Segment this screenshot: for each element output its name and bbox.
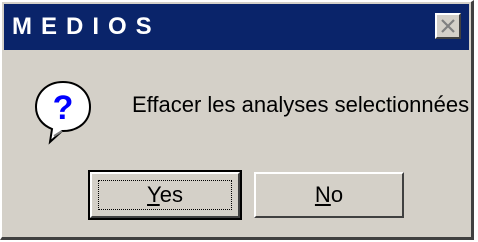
yes-button-label: Yes — [147, 182, 183, 208]
no-button-label: No — [315, 182, 343, 208]
title-bar[interactable]: MEDIOS — [4, 4, 469, 50]
yes-button[interactable]: Yes — [88, 170, 242, 220]
yes-label-rest: es — [159, 182, 183, 207]
no-mnemonic: N — [314, 182, 331, 207]
close-icon — [441, 19, 455, 33]
yes-mnemonic: Y — [147, 182, 160, 207]
window-title: MEDIOS — [12, 13, 161, 40]
question-icon: ? — [34, 80, 92, 145]
no-label-rest: o — [330, 182, 344, 207]
no-button[interactable]: No — [254, 172, 404, 218]
svg-text:?: ? — [53, 89, 74, 127]
close-button[interactable] — [435, 13, 461, 39]
message-dialog: MEDIOS ? Effacer les analyses selectionn… — [0, 0, 474, 240]
dialog-message: Effacer les analyses selectionnées — [132, 92, 470, 117]
